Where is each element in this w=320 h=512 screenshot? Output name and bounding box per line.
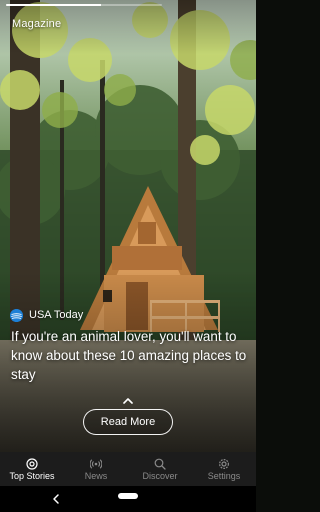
- gear-icon: [218, 458, 230, 469]
- back-chevron-icon[interactable]: [50, 493, 62, 505]
- usa-today-globe-icon: [10, 308, 23, 322]
- nav-item-top-stories[interactable]: Top Stories: [0, 452, 64, 486]
- nav-item-label: News: [84, 470, 108, 481]
- source-name: USA Today: [29, 309, 84, 321]
- nav-item-discover[interactable]: Discover: [128, 452, 192, 486]
- article-headline[interactable]: If you're an animal lover, you'll want t…: [11, 327, 249, 384]
- nav-item-label: Settings: [207, 470, 241, 481]
- story-progress-bar: [6, 4, 162, 6]
- system-navigation-bar: [0, 486, 256, 512]
- nav-item-settings[interactable]: Settings: [192, 452, 256, 486]
- read-more-button[interactable]: Read More: [83, 409, 173, 435]
- broadcast-icon: [90, 458, 102, 469]
- magazine-icon: [26, 457, 38, 470]
- nav-item-news[interactable]: News: [64, 452, 128, 486]
- chevron-up-icon[interactable]: [121, 396, 135, 406]
- article-source[interactable]: USA Today: [10, 307, 83, 323]
- hero-image[interactable]: [0, 0, 256, 452]
- nav-item-label: Discover: [142, 470, 178, 481]
- bottom-navigation: Top Stories News Discover Settings: [0, 452, 256, 486]
- nav-item-label: Top Stories: [9, 470, 55, 481]
- story-progress-fill: [6, 4, 102, 6]
- section-title: Magazine: [12, 18, 62, 30]
- discover-search-icon: [154, 458, 166, 470]
- home-pill-button[interactable]: [118, 493, 138, 499]
- lockscreen-magazine: Magazine USA Today If you're an animal l…: [0, 0, 256, 512]
